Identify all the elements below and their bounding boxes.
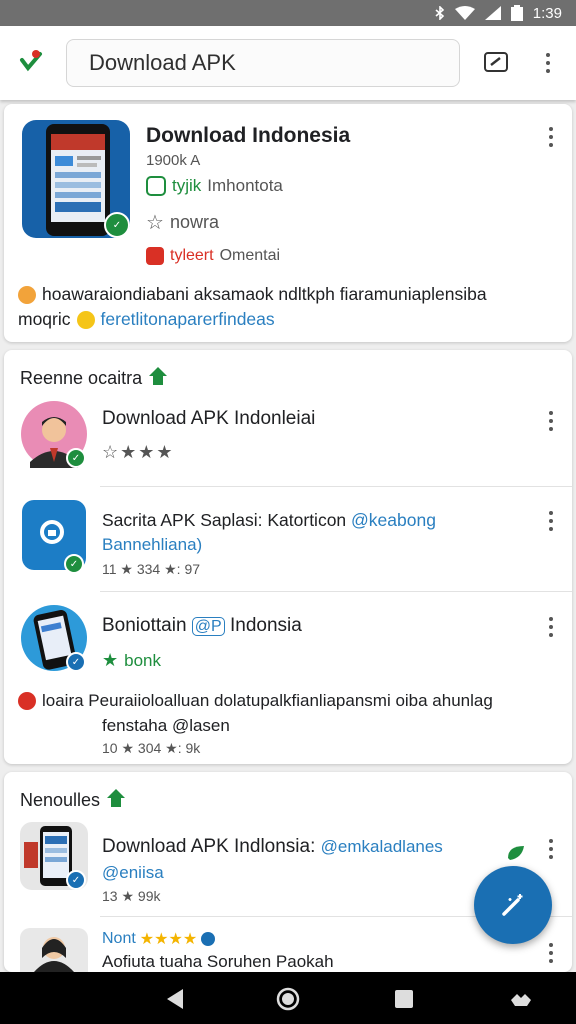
- system-nav-bar: [0, 972, 576, 1024]
- section-card-1: Reenne ocaitra ✓ Download APK Indonleiai…: [4, 350, 572, 764]
- divider: [100, 486, 572, 487]
- featured-link[interactable]: feretlitonaparerfindeas: [101, 309, 275, 330]
- featured-tag-1-badge: tyjik: [172, 176, 202, 195]
- star-icon: ★: [102, 650, 119, 670]
- red-circle-icon: [18, 692, 36, 710]
- battery-icon: [510, 5, 523, 21]
- item-overflow-menu-icon[interactable]: [544, 408, 558, 434]
- app-bar: Download APK: [0, 26, 576, 100]
- star-outline-icon: ☆: [146, 212, 164, 234]
- leaf-icon: [506, 844, 526, 867]
- app-title[interactable]: Download APK Indlonsia: @emkaladlanes: [102, 836, 443, 858]
- featured-tag-2: tyleert Omentai: [146, 247, 280, 265]
- magic-wand-fab-button[interactable]: [474, 866, 552, 944]
- verified-badge-icon: ✓: [66, 448, 86, 468]
- search-input[interactable]: Download APK: [66, 39, 460, 87]
- verified-badge-icon: ✓: [64, 554, 84, 574]
- verified-badge-icon: ✓: [104, 212, 130, 238]
- app-tag-badge: @P: [191, 617, 225, 636]
- item-overflow-menu-icon[interactable]: [544, 508, 558, 534]
- green-tag-icon: [146, 176, 166, 196]
- section-1-description-line-2: fenstaha @lasen: [102, 716, 230, 735]
- item-overflow-menu-icon[interactable]: [544, 614, 558, 640]
- rating-stars: ★★★★: [139, 931, 198, 948]
- section-2-header: Nenoulles: [20, 788, 126, 813]
- app-meta: 11 ★ 334 ★: 97: [102, 561, 201, 577]
- bluetooth-icon: [435, 6, 445, 20]
- app-subtitle: @eniisa: [102, 863, 164, 882]
- keyboard-switch-icon[interactable]: [508, 986, 534, 1012]
- app-title[interactable]: Download APK Indonleiai: [102, 408, 315, 430]
- home-icon: [106, 788, 126, 813]
- back-icon[interactable]: [162, 986, 188, 1012]
- app-title[interactable]: Sacrita APK Saplasi: Katorticon @keabong: [102, 510, 436, 531]
- item-overflow-menu-icon[interactable]: [544, 940, 558, 966]
- featured-description-line-2: moqric feretlitonaparerfindeas: [18, 309, 275, 330]
- recents-icon[interactable]: [391, 986, 417, 1012]
- featured-description-line-1: hoawaraiondiabani aksamaok ndltkph fiara…: [18, 284, 487, 305]
- verified-badge-icon: ✓: [66, 870, 86, 890]
- home-icon: [148, 366, 168, 391]
- section-1-description-line-1: loaira Peuraiioloalluan dolatupalkfianli…: [18, 691, 493, 711]
- featured-tag-1: tyjik Imhontota: [146, 176, 283, 196]
- featured-app-size: 1900k A: [146, 152, 201, 169]
- section-1-meta: 10 ★ 304 ★: 9k: [102, 740, 201, 756]
- overflow-menu-icon[interactable]: [541, 50, 555, 76]
- app-subtitle: Aofiuta tuaha Soruhen Paokah: [102, 952, 334, 971]
- app-icon[interactable]: ✓: [20, 604, 88, 672]
- verified-badge-icon: ✓: [66, 652, 86, 672]
- featured-app-title[interactable]: Download Indonesia: [146, 124, 350, 148]
- signal-icon: [484, 6, 501, 20]
- home-button-icon[interactable]: [275, 986, 301, 1012]
- section-1-header: Reenne ocaitra: [20, 366, 168, 391]
- emoji-icon: [18, 285, 36, 304]
- featured-app-card[interactable]: ✓ Download Indonesia 1900k A tyjik Imhon…: [4, 104, 572, 342]
- app-subtitle: Bannehliana): [102, 535, 203, 554]
- app-title[interactable]: Boniottain @P Indonsia: [102, 615, 302, 637]
- section-card-2: Nenoulles ✓ Download APK Indlonsia: @emk…: [4, 772, 572, 972]
- app-icon[interactable]: ✓: [20, 822, 88, 890]
- app-logo-icon[interactable]: [16, 46, 46, 76]
- app-icon[interactable]: ✓: [20, 400, 88, 468]
- app-title[interactable]: Nont ★★★★: [102, 929, 216, 949]
- divider: [100, 591, 572, 592]
- featured-overflow-menu-icon[interactable]: [544, 124, 558, 150]
- app-icon[interactable]: [20, 928, 88, 972]
- featured-app-icon[interactable]: ✓: [22, 120, 130, 238]
- featured-tag-1-text: Imhontota: [207, 176, 283, 195]
- app-rating-stars: ☆★★★: [102, 442, 175, 462]
- red-tag-icon: [146, 247, 164, 265]
- status-bar: 1:39: [0, 0, 576, 26]
- item-overflow-menu-icon[interactable]: [544, 836, 558, 862]
- verified-badge-icon: [201, 932, 216, 946]
- clock: 1:39: [532, 4, 562, 22]
- app-meta: 13 ★ 99k: [102, 888, 161, 904]
- featured-rating: ☆ nowra: [146, 212, 219, 234]
- app-icon[interactable]: ✓: [22, 500, 86, 574]
- wifi-icon: [454, 6, 475, 20]
- edit-icon[interactable]: [482, 48, 510, 76]
- app-tag: ★ bonk: [102, 650, 162, 670]
- emoji-icon: [76, 310, 95, 329]
- magic-wand-icon: [502, 894, 523, 916]
